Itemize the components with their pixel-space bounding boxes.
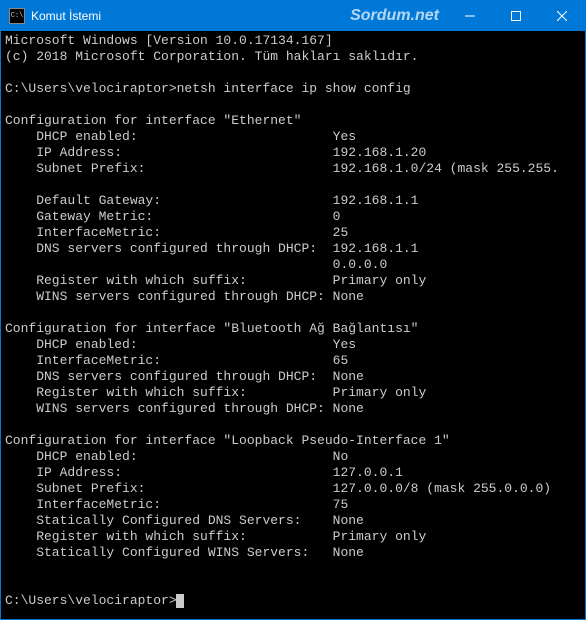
command-prompt-window: C:\ Komut İstemi Sordum.net Microsoft Wi… <box>0 0 586 620</box>
close-icon <box>557 11 567 21</box>
cursor <box>176 594 184 608</box>
minimize-button[interactable] <box>447 1 493 31</box>
maximize-button[interactable] <box>493 1 539 31</box>
watermark-text: Sordum.net <box>350 7 439 25</box>
titlebar[interactable]: C:\ Komut İstemi Sordum.net <box>1 1 585 31</box>
app-icon: C:\ <box>9 8 25 24</box>
minimize-icon <box>465 11 475 21</box>
window-controls <box>447 1 585 31</box>
window-title: Komut İstemi <box>31 9 350 23</box>
prompt-line: C:\Users\velociraptor> <box>5 593 177 608</box>
terminal-output[interactable]: Microsoft Windows [Version 10.0.17134.16… <box>1 31 585 619</box>
close-button[interactable] <box>539 1 585 31</box>
maximize-icon <box>511 11 521 21</box>
